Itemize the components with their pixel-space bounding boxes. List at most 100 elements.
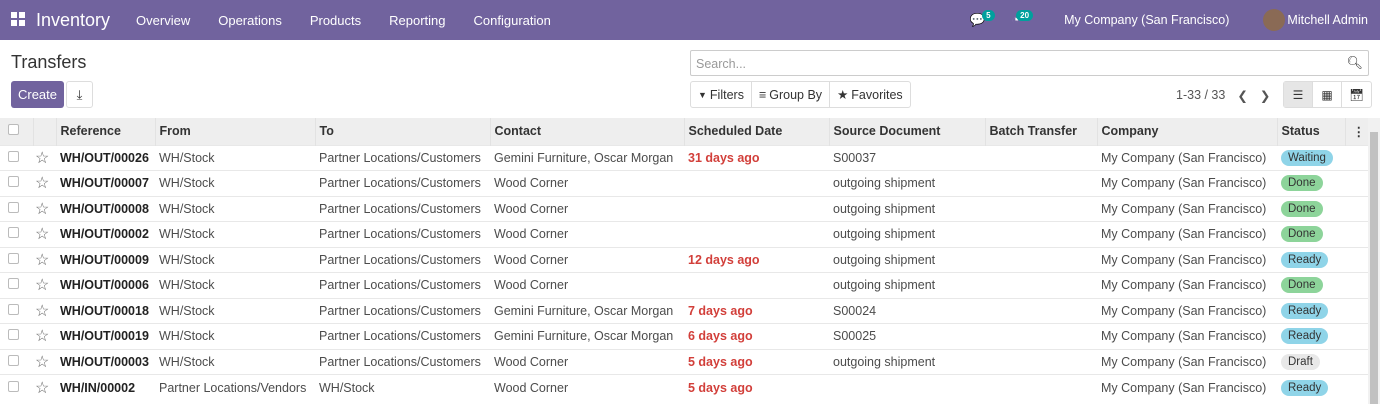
cell-source: outgoing shipment	[829, 170, 985, 196]
apps-menu-icon[interactable]	[0, 11, 36, 29]
column-header[interactable]: Batch Transfer	[985, 118, 1098, 145]
calendar-view-button[interactable]: 📅︎	[1342, 82, 1371, 107]
search-input[interactable]: Search... 🔍︎	[690, 50, 1369, 76]
cell-ref: WH/OUT/00008	[56, 195, 155, 222]
column-header[interactable]: Status	[1277, 118, 1346, 145]
scrollbar[interactable]	[1368, 118, 1380, 404]
cell-date	[684, 195, 829, 222]
cell-company: My Company (San Francisco)	[1097, 221, 1277, 247]
menu-overview[interactable]: Overview	[122, 13, 204, 28]
scrollbar-thumb[interactable]	[1370, 132, 1378, 404]
empty-cell	[1345, 170, 1368, 196]
star-icon[interactable]: ☆	[33, 374, 56, 400]
table-row[interactable]: ☆ WH/OUT/00007 WH/Stock Partner Locations/C…	[0, 170, 1368, 196]
prev-page-icon[interactable]: ❮	[1237, 88, 1247, 103]
company-switcher[interactable]: My Company (San Francisco)	[1064, 13, 1229, 27]
status-badge: Ready	[1281, 302, 1329, 319]
table-row[interactable]: ☆ WH/OUT/00019 WH/Stock Partner Locations/C…	[0, 323, 1368, 349]
search-icon[interactable]: 🔍︎	[1346, 55, 1363, 71]
column-header[interactable]: Scheduled Date	[684, 118, 830, 145]
cell-batch	[985, 348, 1097, 375]
star-icon[interactable]: ☆	[33, 246, 56, 273]
star-icon[interactable]: ☆	[33, 323, 56, 349]
cell-date	[684, 170, 829, 196]
kanban-view-button[interactable]: ▦	[1313, 82, 1342, 107]
cell-company: My Company (San Francisco)	[1097, 323, 1277, 349]
list-view-button[interactable]: ☰	[1284, 82, 1313, 107]
optional-columns-toggle[interactable]: ⋮	[1345, 118, 1368, 145]
cell-date: 6 days ago	[684, 323, 829, 349]
table-row[interactable]: ☆ WH/OUT/00002 WH/Stock Partner Locations/C…	[0, 221, 1368, 247]
messages-button[interactable]: 💬5	[970, 9, 998, 28]
cell-from: WH/Stock	[155, 170, 315, 196]
cell-to: Partner Locations/Customers	[315, 272, 490, 298]
table-row[interactable]: ☆ WH/OUT/00018 WH/Stock Partner Locations/C…	[0, 297, 1368, 324]
messages-badge: 5	[982, 9, 995, 21]
menu-products[interactable]: Products	[296, 13, 375, 28]
row-checkbox[interactable]	[0, 323, 33, 349]
download-button[interactable]: ⤓	[66, 81, 93, 108]
cell-source: outgoing shipment	[829, 272, 985, 298]
column-header[interactable]: Source Document	[829, 118, 986, 145]
table-row[interactable]: ☆ WH/IN/00002 Partner Locations/Vendors WH/…	[0, 374, 1368, 400]
table-row[interactable]: ☆ WH/OUT/00003 WH/Stock Partner Locations/C…	[0, 348, 1368, 375]
cell-batch	[985, 221, 1097, 247]
pager-value[interactable]: 1-33 / 33	[1176, 88, 1225, 103]
empty-cell	[1345, 348, 1368, 375]
table-row[interactable]: ☆ WH/OUT/00008 WH/Stock Partner Locations/C…	[0, 195, 1368, 222]
star-icon[interactable]: ☆	[33, 170, 56, 196]
column-header[interactable]: Contact	[490, 118, 685, 145]
star-icon[interactable]: ☆	[33, 221, 56, 247]
user-menu[interactable]: Mitchell Admin	[1287, 13, 1368, 27]
activities-button[interactable]: ◔20	[1012, 10, 1036, 27]
app-name[interactable]: Inventory	[36, 10, 110, 31]
menu-reporting[interactable]: Reporting	[375, 13, 459, 28]
star-icon[interactable]: ☆	[33, 144, 56, 171]
cell-batch	[985, 323, 1097, 349]
table-row[interactable]: ☆ WH/OUT/00006 WH/Stock Partner Locations/C…	[0, 272, 1368, 298]
avatar[interactable]	[1263, 9, 1286, 31]
cell-from: WH/Stock	[155, 272, 315, 298]
view-switcher: ☰ ▦ 📅︎	[1283, 81, 1372, 108]
menu-operations[interactable]: Operations	[204, 13, 296, 28]
empty-cell	[1345, 323, 1368, 349]
column-header[interactable]: Company	[1097, 118, 1278, 145]
table-row[interactable]: ☆ WH/OUT/00026 WH/Stock Partner Locations/C…	[0, 144, 1368, 171]
cell-contact: Wood Corner	[490, 374, 684, 400]
cell-status: Draft	[1277, 348, 1345, 375]
next-page-icon[interactable]: ❯	[1260, 88, 1270, 103]
cell-batch	[985, 374, 1097, 400]
cell-to: Partner Locations/Customers	[315, 170, 490, 196]
cell-batch	[985, 246, 1097, 273]
row-checkbox[interactable]	[0, 348, 33, 375]
column-header[interactable]: To	[315, 118, 491, 145]
status-badge: Done	[1281, 226, 1323, 243]
row-checkbox[interactable]	[0, 246, 33, 273]
row-checkbox[interactable]	[0, 221, 33, 247]
star-icon[interactable]: ☆	[33, 297, 56, 324]
column-header[interactable]: Reference	[56, 118, 156, 145]
star-icon[interactable]: ☆	[33, 195, 56, 222]
row-checkbox[interactable]	[0, 374, 33, 400]
column-header[interactable]: From	[155, 118, 316, 145]
star-icon[interactable]: ☆	[33, 348, 56, 375]
row-checkbox[interactable]	[0, 144, 33, 171]
filters-button[interactable]: ▼ Filters	[691, 82, 752, 107]
cell-contact: Gemini Furniture, Oscar Morgan	[490, 297, 684, 324]
cell-batch	[985, 297, 1097, 324]
group-by-button[interactable]: ≡ Group By	[752, 82, 831, 107]
cell-ref: WH/IN/00002	[56, 374, 155, 400]
status-badge: Waiting	[1281, 149, 1333, 166]
row-checkbox[interactable]	[0, 272, 33, 298]
create-button[interactable]: Create	[11, 81, 64, 108]
status-badge: Done	[1281, 175, 1323, 192]
star-icon[interactable]: ☆	[33, 272, 56, 298]
table-row[interactable]: ☆ WH/OUT/00009 WH/Stock Partner Locations/C…	[0, 246, 1368, 273]
row-checkbox[interactable]	[0, 195, 33, 222]
favorites-button[interactable]: ★ Favorites	[830, 82, 910, 107]
row-checkbox[interactable]	[0, 170, 33, 196]
menu-configuration[interactable]: Configuration	[460, 13, 565, 28]
row-checkbox[interactable]	[0, 297, 33, 324]
select-all-checkbox[interactable]	[0, 118, 34, 145]
cell-to: Partner Locations/Customers	[315, 144, 490, 171]
